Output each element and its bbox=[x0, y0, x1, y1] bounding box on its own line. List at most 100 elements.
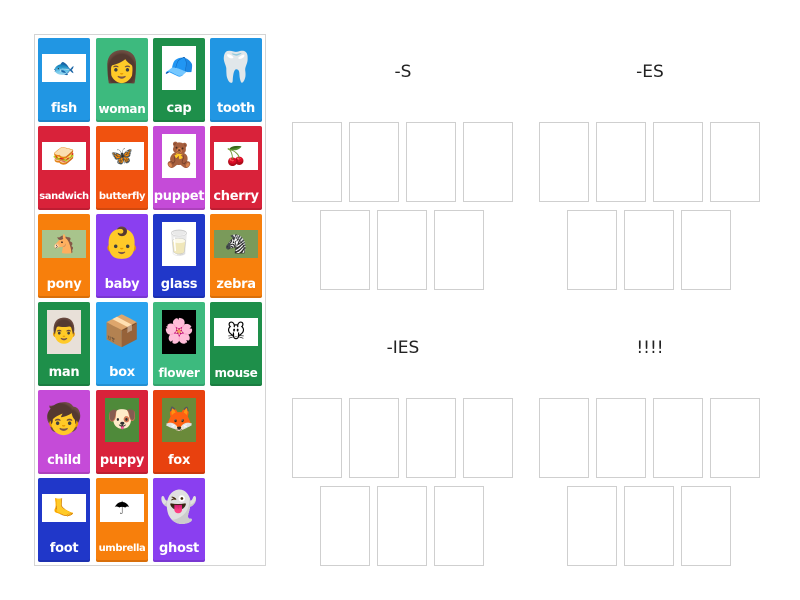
card-label: puppet bbox=[153, 189, 205, 204]
ghost-picture-glyph: 👻 bbox=[160, 491, 198, 524]
drop-slot[interactable] bbox=[377, 486, 427, 566]
foot-picture-glyph: 🦶 bbox=[42, 494, 86, 522]
card-cherry[interactable]: 🍒 cherry bbox=[210, 126, 262, 210]
umbrella-picture: ☂ bbox=[100, 482, 144, 534]
card-label: cap bbox=[166, 101, 192, 116]
puppy-picture: 🐶 bbox=[100, 394, 144, 446]
drop-slot[interactable] bbox=[653, 122, 703, 202]
card-label: box bbox=[109, 365, 135, 380]
tooth-picture: 🦷 bbox=[214, 42, 258, 94]
card-label: mouse bbox=[214, 366, 258, 380]
drop-slot[interactable] bbox=[406, 398, 456, 478]
card-child[interactable]: 🧒 child bbox=[38, 390, 90, 474]
drop-slot[interactable] bbox=[406, 122, 456, 202]
drop-slot[interactable] bbox=[292, 398, 342, 478]
drop-slot[interactable] bbox=[567, 210, 617, 290]
card-pony[interactable]: 🐴 pony bbox=[38, 214, 90, 298]
group-title: -S bbox=[394, 62, 412, 82]
card-label: fox bbox=[167, 453, 191, 468]
flower-picture: 🌸 bbox=[157, 306, 201, 358]
mouse-picture-glyph: 🐭 bbox=[214, 318, 258, 346]
card-label: glass bbox=[160, 277, 198, 292]
glass-picture: 🥛 bbox=[157, 218, 201, 270]
pony-picture-glyph: 🐴 bbox=[42, 230, 86, 258]
drop-slot[interactable] bbox=[710, 398, 760, 478]
umbrella-picture-glyph: ☂ bbox=[100, 494, 144, 522]
card-butterfly[interactable]: 🦋 butterfly bbox=[96, 126, 148, 210]
card-umbrella[interactable]: ☂ umbrella bbox=[96, 478, 148, 562]
drop-slot[interactable] bbox=[463, 122, 513, 202]
drop-slot[interactable] bbox=[292, 122, 342, 202]
baby-picture: 👶 bbox=[100, 218, 144, 270]
card-foot[interactable]: 🦶 foot bbox=[38, 478, 90, 562]
butterfly-picture: 🦋 bbox=[100, 130, 144, 182]
drop-slot[interactable] bbox=[596, 398, 646, 478]
drop-slot[interactable] bbox=[349, 122, 399, 202]
card-sandwich[interactable]: 🥪 sandwich bbox=[38, 126, 90, 210]
drop-slot[interactable] bbox=[681, 486, 731, 566]
fish-picture-glyph: 🐟 bbox=[42, 54, 86, 82]
zebra-picture-glyph: 🦓 bbox=[214, 230, 258, 258]
drop-slot[interactable] bbox=[377, 210, 427, 290]
card-label: fish bbox=[51, 101, 77, 116]
card-label: ghost bbox=[159, 541, 199, 556]
fox-picture-glyph: 🦊 bbox=[162, 398, 196, 442]
card-ghost[interactable]: 👻 ghost bbox=[153, 478, 205, 562]
puppy-picture-glyph: 🐶 bbox=[105, 398, 139, 442]
sandwich-picture-glyph: 🥪 bbox=[42, 142, 86, 170]
card-label: sandwich bbox=[39, 191, 89, 202]
card-man[interactable]: 👨 man bbox=[38, 302, 90, 386]
drop-slot[interactable] bbox=[463, 398, 513, 478]
card-woman[interactable]: 👩 woman bbox=[96, 38, 148, 122]
drop-slot[interactable] bbox=[567, 486, 617, 566]
cherry-picture-glyph: 🍒 bbox=[214, 142, 258, 170]
drop-slot[interactable] bbox=[624, 210, 674, 290]
child-picture-glyph: 🧒 bbox=[45, 403, 83, 436]
card-label: man bbox=[48, 365, 80, 380]
drop-slot[interactable] bbox=[349, 398, 399, 478]
drop-slot[interactable] bbox=[320, 210, 370, 290]
card-baby[interactable]: 👶 baby bbox=[96, 214, 148, 298]
fox-picture: 🦊 bbox=[157, 394, 201, 446]
glass-picture-glyph: 🥛 bbox=[162, 222, 196, 266]
woman-picture: 👩 bbox=[100, 42, 144, 94]
drop-slot[interactable] bbox=[596, 122, 646, 202]
drop-slot[interactable] bbox=[653, 398, 703, 478]
drop-slot[interactable] bbox=[681, 210, 731, 290]
drop-slot[interactable] bbox=[539, 122, 589, 202]
drop-slot[interactable] bbox=[320, 486, 370, 566]
card-mouse[interactable]: 🐭 mouse bbox=[210, 302, 262, 386]
man-picture: 👨 bbox=[42, 306, 86, 358]
drop-slot[interactable] bbox=[624, 486, 674, 566]
card-label: umbrella bbox=[98, 543, 146, 554]
flower-picture-glyph: 🌸 bbox=[162, 310, 196, 354]
drop-slot[interactable] bbox=[539, 398, 589, 478]
card-puppy[interactable]: 🐶 puppy bbox=[96, 390, 148, 474]
card-zebra[interactable]: 🦓 zebra bbox=[210, 214, 262, 298]
card-fish[interactable]: 🐟 fish bbox=[38, 38, 90, 122]
card-label: butterfly bbox=[98, 191, 146, 202]
drop-slot[interactable] bbox=[434, 210, 484, 290]
butterfly-picture-glyph: 🦋 bbox=[100, 142, 144, 170]
card-box[interactable]: 📦 box bbox=[96, 302, 148, 386]
cap-picture-glyph: 🧢 bbox=[162, 46, 196, 90]
card-tooth[interactable]: 🦷 tooth bbox=[210, 38, 262, 122]
cap-picture: 🧢 bbox=[157, 42, 201, 94]
child-picture: 🧒 bbox=[42, 394, 86, 446]
drop-slot[interactable] bbox=[434, 486, 484, 566]
card-cap[interactable]: 🧢 cap bbox=[153, 38, 205, 122]
card-flower[interactable]: 🌸 flower bbox=[153, 302, 205, 386]
card-puppet[interactable]: 🧸 puppet bbox=[153, 126, 205, 210]
drop-slot[interactable] bbox=[710, 122, 760, 202]
fish-picture: 🐟 bbox=[42, 42, 86, 94]
card-fox[interactable]: 🦊 fox bbox=[153, 390, 205, 474]
card-label: foot bbox=[49, 541, 79, 556]
man-picture-glyph: 👨 bbox=[47, 310, 81, 354]
card-label: flower bbox=[158, 366, 200, 380]
card-glass[interactable]: 🥛 glass bbox=[153, 214, 205, 298]
card-label: woman bbox=[98, 102, 146, 116]
puppet-picture-glyph: 🧸 bbox=[162, 134, 196, 178]
card-label: cherry bbox=[213, 189, 259, 204]
sandwich-picture: 🥪 bbox=[42, 130, 86, 182]
card-label: zebra bbox=[216, 277, 256, 292]
